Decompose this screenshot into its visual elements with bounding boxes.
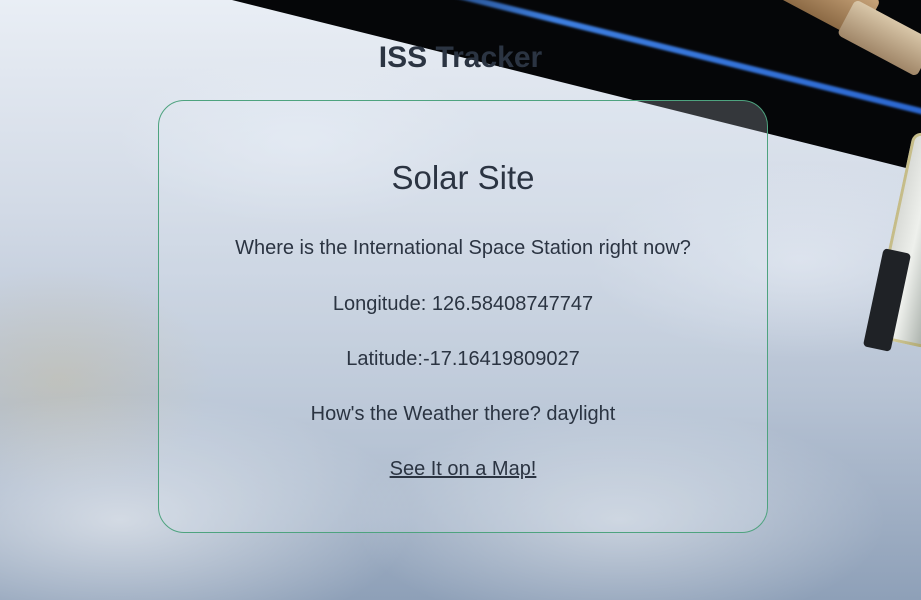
info-card: Solar Site Where is the International Sp…: [158, 100, 768, 533]
iss-question: Where is the International Space Station…: [235, 237, 691, 259]
weather-readout: How's the Weather there? daylight: [310, 403, 616, 425]
earth-background: ISS Tracker Solar Site Where is the Inte…: [0, 0, 921, 600]
latitude-readout: Latitude:-17.16419809027: [346, 348, 580, 370]
page-title: ISS Tracker: [378, 41, 543, 74]
card-title: Solar Site: [391, 159, 535, 196]
longitude-readout: Longitude: 126.58408747747: [332, 293, 594, 315]
see-on-map-link[interactable]: See It on a Map!: [159, 458, 767, 481]
